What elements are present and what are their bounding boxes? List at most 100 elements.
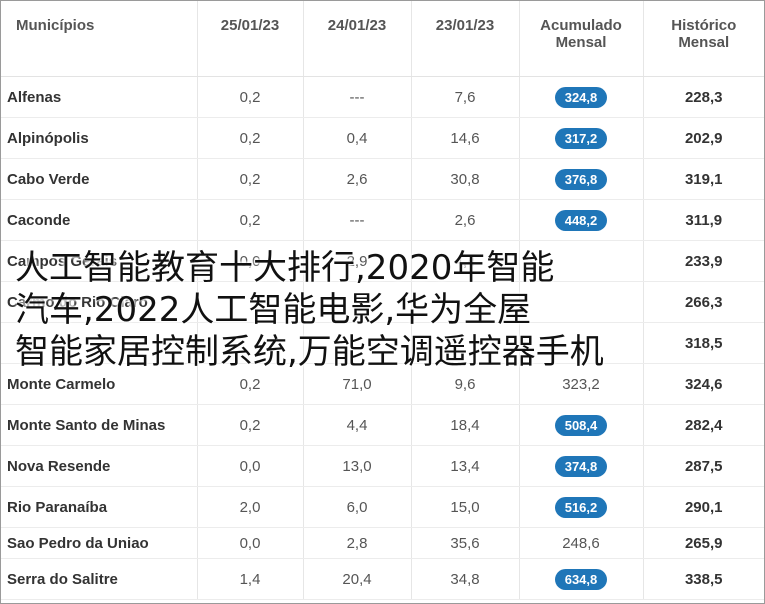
table-row: 318,5 bbox=[1, 322, 764, 364]
value-date-3: 34,8 bbox=[411, 558, 520, 600]
acumulado-cell: 376,8 bbox=[519, 158, 644, 200]
acumulado-badge: 324,8 bbox=[555, 86, 607, 108]
value-date-1: 0,2 bbox=[197, 158, 304, 200]
value-date-3: 30,8 bbox=[411, 158, 520, 200]
header-historico-line1: Histórico bbox=[671, 17, 737, 34]
acumulado-cell: 324,8 bbox=[519, 76, 644, 118]
value-date-3: 4,4 bbox=[411, 240, 520, 282]
value-date-3 bbox=[411, 281, 520, 323]
table-row: Campos Gerais 0,0 2,9 4,4 233,9 bbox=[1, 240, 764, 282]
header-acumulado-line1: Acumulado bbox=[540, 17, 622, 34]
historico-value: 266,3 bbox=[643, 281, 764, 323]
header-date-2[interactable]: 24/01/23 bbox=[303, 1, 412, 77]
acumulado-cell bbox=[519, 240, 644, 282]
table-row: Cabo Verde 0,2 2,6 30,8 376,8 319,1 bbox=[1, 158, 764, 200]
value-date-2: --- bbox=[303, 76, 412, 118]
acumulado-badge: 374,8 bbox=[555, 455, 607, 477]
value-date-2: 71,0 bbox=[303, 363, 412, 405]
municipio-name: Serra do Salitre bbox=[1, 558, 198, 600]
acumulado-value: 248,6 bbox=[519, 527, 644, 559]
header-municipios[interactable]: Municípios bbox=[1, 1, 198, 77]
acumulado-cell bbox=[519, 281, 644, 323]
header-historico-line2: Mensal bbox=[678, 34, 730, 51]
table-row: Caconde 0,2 --- 2,6 448,2 311,9 bbox=[1, 199, 764, 241]
table-row: Alpinópolis 0,2 0,4 14,6 317,2 202,9 bbox=[1, 117, 764, 159]
acumulado-cell bbox=[519, 322, 644, 364]
municipio-name: Monte Carmelo bbox=[1, 363, 198, 405]
value-date-1: 0,2 bbox=[197, 199, 304, 241]
value-date-2: --- bbox=[303, 199, 412, 241]
value-date-2: 4,4 bbox=[303, 404, 412, 446]
acumulado-cell: 634,8 bbox=[519, 558, 644, 600]
header-historico[interactable]: Histórico Mensal bbox=[643, 1, 764, 77]
municipio-name: Carmo do Rio Claro bbox=[1, 281, 198, 323]
acumulado-badge: 508,4 bbox=[555, 414, 607, 436]
value-date-1: 0,2 bbox=[197, 76, 304, 118]
municipio-name bbox=[1, 322, 198, 364]
rainfall-table: Municípios 25/01/23 24/01/23 23/01/23 Ac… bbox=[1, 1, 764, 600]
value-date-1: 0,2 bbox=[197, 363, 304, 405]
acumulado-badge: 448,2 bbox=[555, 209, 607, 231]
municipio-name: Rio Paranaíba bbox=[1, 486, 198, 528]
header-acumulado-line2: Mensal bbox=[555, 34, 607, 51]
historico-value: 282,4 bbox=[643, 404, 764, 446]
historico-value: 287,5 bbox=[643, 445, 764, 487]
municipio-name: Monte Santo de Minas bbox=[1, 404, 198, 446]
historico-value: 228,3 bbox=[643, 76, 764, 118]
value-date-1: 0,0 bbox=[197, 527, 304, 559]
value-date-2: 13,0 bbox=[303, 445, 412, 487]
value-date-1 bbox=[197, 281, 304, 323]
table-row: Monte Santo de Minas 0,2 4,4 18,4 508,4 … bbox=[1, 404, 764, 446]
value-date-2: 6,0 bbox=[303, 486, 412, 528]
municipio-name: Alpinópolis bbox=[1, 117, 198, 159]
acumulado-badge: 634,8 bbox=[555, 568, 607, 590]
value-date-1: 1,4 bbox=[197, 558, 304, 600]
historico-value: 318,5 bbox=[643, 322, 764, 364]
acumulado-value: 323,2 bbox=[519, 363, 644, 405]
table-row: Alfenas 0,2 --- 7,6 324,8 228,3 bbox=[1, 76, 764, 118]
acumulado-badge: 516,2 bbox=[555, 496, 607, 518]
value-date-1 bbox=[197, 322, 304, 364]
acumulado-badge: 376,8 bbox=[555, 168, 607, 190]
value-date-3: 9,6 bbox=[411, 363, 520, 405]
value-date-3: 7,6 bbox=[411, 76, 520, 118]
value-date-1: 0,0 bbox=[197, 240, 304, 282]
acumulado-cell: 448,2 bbox=[519, 199, 644, 241]
acumulado-cell: 516,2 bbox=[519, 486, 644, 528]
historico-value: 324,6 bbox=[643, 363, 764, 405]
value-date-2 bbox=[303, 322, 412, 364]
value-date-2: 2,9 bbox=[303, 240, 412, 282]
header-date-3[interactable]: 23/01/23 bbox=[411, 1, 520, 77]
table-row: Sao Pedro da Uniao 0,0 2,8 35,6 248,6 26… bbox=[1, 527, 764, 559]
historico-value: 202,9 bbox=[643, 117, 764, 159]
acumulado-badge: 317,2 bbox=[555, 127, 607, 149]
municipio-name: Caconde bbox=[1, 199, 198, 241]
header-date-1[interactable]: 25/01/23 bbox=[197, 1, 304, 77]
municipio-name: Nova Resende bbox=[1, 445, 198, 487]
value-date-1: 0,2 bbox=[197, 117, 304, 159]
value-date-2: 0,4 bbox=[303, 117, 412, 159]
value-date-2: 20,4 bbox=[303, 558, 412, 600]
value-date-2: 2,8 bbox=[303, 527, 412, 559]
municipio-name: Campos Gerais bbox=[1, 240, 198, 282]
value-date-3: 2,6 bbox=[411, 199, 520, 241]
table-row: Nova Resende 0,0 13,0 13,4 374,8 287,5 bbox=[1, 445, 764, 487]
value-date-1: 2,0 bbox=[197, 486, 304, 528]
value-date-1: 0,0 bbox=[197, 445, 304, 487]
historico-value: 265,9 bbox=[643, 527, 764, 559]
value-date-3: 35,6 bbox=[411, 527, 520, 559]
acumulado-cell: 317,2 bbox=[519, 117, 644, 159]
historico-value: 319,1 bbox=[643, 158, 764, 200]
value-date-3 bbox=[411, 322, 520, 364]
acumulado-cell: 508,4 bbox=[519, 404, 644, 446]
header-row: Municípios 25/01/23 24/01/23 23/01/23 Ac… bbox=[1, 1, 764, 77]
value-date-2 bbox=[303, 281, 412, 323]
historico-value: 233,9 bbox=[643, 240, 764, 282]
value-date-1: 0,2 bbox=[197, 404, 304, 446]
header-acumulado[interactable]: Acumulado Mensal bbox=[519, 1, 644, 77]
table-row: Monte Carmelo 0,2 71,0 9,6 323,2 324,6 bbox=[1, 363, 764, 405]
acumulado-cell: 374,8 bbox=[519, 445, 644, 487]
value-date-3: 14,6 bbox=[411, 117, 520, 159]
value-date-3: 13,4 bbox=[411, 445, 520, 487]
table-row: Serra do Salitre 1,4 20,4 34,8 634,8 338… bbox=[1, 558, 764, 600]
